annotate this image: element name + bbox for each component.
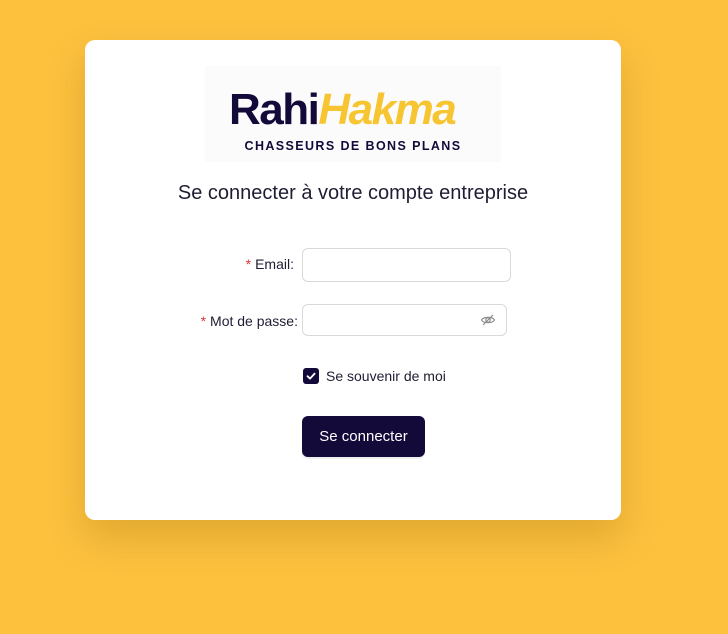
remember-me-checkbox[interactable] [303,368,319,384]
rahihakma-logo: RahiHakma CHASSEURS DE BONS PLANS [205,66,501,162]
required-mark: * [245,256,252,272]
page-title: Se connecter à votre compte entreprise [177,182,529,204]
checkmark-icon [306,372,316,380]
logo-word-hakma: Hakma [318,85,456,134]
login-card: RahiHakma CHASSEURS DE BONS PLANS Se con… [85,40,621,520]
email-label: * Email: [246,256,294,272]
email-field[interactable] [302,248,511,282]
password-field[interactable] [302,304,507,336]
remember-me-label[interactable]: Se souvenir de moi [326,368,446,384]
logo-tagline: CHASSEURS DE BONS PLANS [244,139,462,153]
logo-word-rahi: Rahi [229,85,320,134]
label-colon: : [290,256,294,272]
password-label: * Mot de passe: [201,313,298,329]
label-colon: : [294,313,298,329]
password-label-text: Mot de passe [210,313,295,329]
login-button[interactable]: Se connecter [302,416,425,457]
logo-wordmark: RahiHakma [229,85,457,134]
remember-me[interactable]: Se souvenir de moi [303,368,446,384]
email-label-text: Email [255,256,291,272]
eye-invisible-icon[interactable] [480,312,496,328]
required-mark: * [200,313,207,329]
